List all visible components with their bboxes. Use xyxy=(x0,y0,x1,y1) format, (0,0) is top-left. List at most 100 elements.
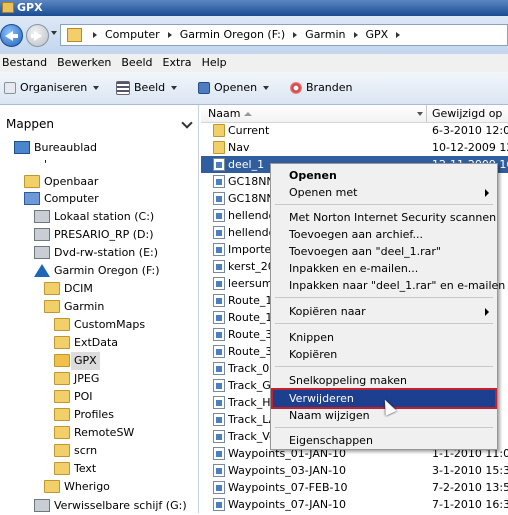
folder-icon xyxy=(2,2,14,13)
menu-beeld[interactable]: Beeld xyxy=(119,54,160,72)
forward-button[interactable] xyxy=(26,24,49,47)
gpx-file-icon xyxy=(213,396,225,409)
chevron-right-icon[interactable] xyxy=(353,32,358,38)
chevron-down-icon xyxy=(171,86,178,90)
gpx-file-icon xyxy=(213,481,225,494)
drive-icon xyxy=(34,499,50,512)
recent-pages-dropdown-icon[interactable] xyxy=(51,31,57,35)
folder-icon xyxy=(54,408,70,421)
folder-icon xyxy=(54,372,70,385)
gpx-file-icon xyxy=(213,277,225,290)
menu-item-cut[interactable]: Knippen xyxy=(273,329,495,346)
breadcrumb-gpx[interactable]: GPX xyxy=(362,25,393,45)
gpx-file-icon xyxy=(213,413,225,426)
column-header-date[interactable]: Gewijzigd op xyxy=(432,107,502,120)
view-label: Beeld xyxy=(134,81,166,94)
menu-item-create-shortcut[interactable]: Snelkoppeling maken xyxy=(273,372,495,389)
menu-item-open-with[interactable]: Openen met xyxy=(273,184,495,201)
gpx-file-icon xyxy=(213,158,225,171)
menu-item-compress-email[interactable]: Inpakken en e-mailen... xyxy=(273,260,495,277)
file-row[interactable]: Nav10-12-2009 12: xyxy=(201,139,508,156)
gpx-file-icon xyxy=(213,345,225,358)
menu-item-norton-scan[interactable]: Met Norton Internet Security scannen xyxy=(273,209,496,226)
menu-item-properties[interactable]: Eigenschappen xyxy=(273,432,495,449)
gpx-file-icon xyxy=(213,311,225,324)
chevron-right-icon[interactable] xyxy=(293,32,298,38)
menu-item-add-to-rar[interactable]: Toevoegen aan "deel_1.rar" xyxy=(273,243,495,260)
organize-button[interactable]: Organiseren xyxy=(4,80,100,96)
folder-icon xyxy=(54,426,70,439)
menu-separator xyxy=(275,204,493,205)
file-row[interactable]: Waypoints_03-JAN-103-1-2010 15:32 xyxy=(201,462,508,479)
menu-item-compress-rar-email[interactable]: Inpakken naar "deel_1.rar" en e-mailen xyxy=(273,277,505,294)
gpx-file-icon xyxy=(213,226,225,239)
folder-icon xyxy=(213,141,225,154)
chevron-right-icon[interactable] xyxy=(396,32,401,38)
folders-header[interactable]: Mappen xyxy=(0,105,198,139)
gpx-file-icon xyxy=(213,498,225,511)
menu-item-copy[interactable]: Kopiëren xyxy=(273,346,495,363)
back-button[interactable] xyxy=(0,24,23,47)
folder-icon xyxy=(54,390,70,403)
menu-help[interactable]: Help xyxy=(200,54,235,72)
file-row[interactable]: Current6-3-2010 12:06 xyxy=(201,122,508,139)
menu-bestand[interactable]: Bestand xyxy=(0,54,55,72)
folder-icon xyxy=(54,444,70,457)
gpx-file-icon xyxy=(213,328,225,341)
gpx-file-icon xyxy=(213,294,225,307)
gpx-file-icon xyxy=(213,243,225,256)
menu-extra[interactable]: Extra xyxy=(161,54,200,72)
address-box[interactable]: Computer Garmin Oregon (F:) Garmin GPX xyxy=(60,24,508,46)
folder-icon xyxy=(44,300,60,313)
organize-icon xyxy=(4,82,16,94)
menu-bewerken[interactable]: Bewerken xyxy=(55,54,119,72)
open-button[interactable]: Openen xyxy=(198,80,270,96)
gpx-file-icon xyxy=(213,260,225,273)
folder-icon xyxy=(54,462,70,475)
sort-ascending-icon xyxy=(244,112,252,116)
gpx-file-icon xyxy=(213,175,225,188)
view-icon xyxy=(116,81,130,95)
breadcrumb-garmin-oregon[interactable]: Garmin Oregon (F:) xyxy=(176,25,289,45)
gpx-file-icon xyxy=(213,430,225,443)
command-bar: Organiseren Beeld Openen Branden xyxy=(0,72,508,105)
menu-item-send-to[interactable]: Kopiëren naar xyxy=(273,303,495,320)
gpx-file-icon xyxy=(213,362,225,375)
navigation-pane: Mappen Bureaublad ' Openbaar Computer Lo… xyxy=(0,105,199,513)
menu-separator xyxy=(275,427,493,428)
gpx-file-icon xyxy=(213,464,225,477)
desktop-icon xyxy=(14,141,30,154)
window-title: GPX xyxy=(17,1,43,14)
breadcrumb-computer[interactable]: Computer xyxy=(101,25,164,45)
chevron-down-icon xyxy=(93,86,100,90)
folder-icon xyxy=(24,175,40,188)
chevron-down-icon[interactable] xyxy=(181,117,193,129)
address-bar-area: Computer Garmin Oregon (F:) Garmin GPX xyxy=(0,16,508,54)
title-bar: GPX xyxy=(0,0,508,16)
view-button[interactable]: Beeld xyxy=(116,80,178,96)
column-divider[interactable] xyxy=(426,105,427,122)
menu-bar: Bestand Bewerken Beeld Extra Help xyxy=(0,54,508,72)
file-row[interactable]: Waypoints_07-JAN-107-1-2010 16:38 xyxy=(201,496,508,513)
burn-disc-icon xyxy=(290,82,302,94)
folder-icon xyxy=(213,124,225,137)
file-row[interactable]: Waypoints_07-FEB-107-2-2010 13:56 xyxy=(201,479,508,496)
breadcrumb-garmin[interactable]: Garmin xyxy=(301,25,349,45)
burn-button[interactable]: Branden xyxy=(290,80,353,96)
menu-item-open[interactable]: Openen xyxy=(273,167,495,184)
folder-icon xyxy=(67,28,82,42)
column-header-row: Naam Gewijzigd op xyxy=(201,105,508,123)
folder-icon xyxy=(44,480,60,493)
menu-item-add-to-archive[interactable]: Toevoegen aan archief... xyxy=(273,226,495,243)
chevron-right-icon[interactable] xyxy=(167,32,172,38)
column-header-name[interactable]: Naam xyxy=(208,107,240,120)
drive-icon xyxy=(34,228,50,241)
garmin-icon xyxy=(34,264,50,277)
chevron-right-icon[interactable] xyxy=(93,32,97,38)
open-icon xyxy=(198,82,210,94)
folder-icon xyxy=(54,318,70,331)
gpx-file-icon xyxy=(213,447,225,460)
menu-separator xyxy=(275,366,493,367)
chevron-down-icon[interactable] xyxy=(417,112,423,116)
menu-separator xyxy=(275,297,493,298)
